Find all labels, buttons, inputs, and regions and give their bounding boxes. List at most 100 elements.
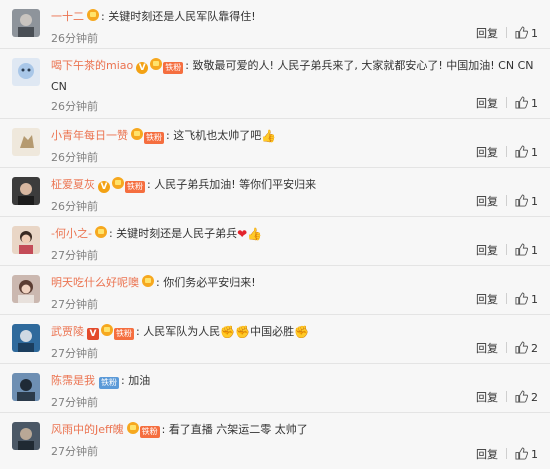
like-button[interactable]: 1 bbox=[515, 145, 538, 161]
thumbs-up-icon bbox=[515, 96, 528, 109]
comment-text: 关键时刻还是人民子弟兵 bbox=[116, 227, 238, 240]
avatar[interactable] bbox=[12, 58, 40, 86]
timestamp: 26分钟前 bbox=[51, 32, 98, 45]
reply-button[interactable]: 回复 bbox=[476, 243, 498, 259]
username[interactable]: 陈霈是我 bbox=[51, 374, 95, 387]
username[interactable]: 喝下午茶的miao bbox=[51, 59, 133, 72]
reply-button[interactable]: 回复 bbox=[476, 145, 498, 161]
thumbs-up-icon bbox=[515, 26, 528, 39]
avatar[interactable] bbox=[12, 275, 40, 303]
comment-item: 小青年每日一赞 铁粉: 这飞机也太帅了吧👍 26分钟前 回复 1 bbox=[0, 119, 550, 168]
crown-icon bbox=[150, 58, 163, 70]
like-count: 2 bbox=[531, 391, 538, 404]
comment-list: 一十二: 关键时刻还是人民军队靠得住! 26分钟前 回复 1 喝下午茶的miao V… bbox=[0, 0, 550, 469]
verified-v-icon: V bbox=[98, 181, 110, 193]
thumbs-up-icon bbox=[515, 292, 528, 305]
fan-badge: 铁粉 bbox=[163, 62, 184, 74]
crown-icon bbox=[87, 9, 99, 21]
timestamp: 26分钟前 bbox=[51, 151, 98, 164]
reply-button[interactable]: 回复 bbox=[476, 447, 498, 463]
username[interactable]: 一十二 bbox=[51, 10, 84, 23]
avatar[interactable] bbox=[12, 324, 40, 352]
comment-item: 风雨中的Jeff魄 铁粉: 看了直播 六架运二零 太帅了 27分钟前 回复 1 bbox=[0, 413, 550, 469]
comment-text-2: 中国必胜 bbox=[250, 325, 295, 338]
reply-button[interactable]: 回复 bbox=[476, 26, 498, 42]
badges: V 铁粉 bbox=[98, 177, 145, 196]
comment-text: 关键时刻还是人民军队靠得住! bbox=[108, 10, 256, 23]
crown-icon bbox=[142, 275, 154, 287]
username[interactable]: -何小之- bbox=[51, 227, 92, 240]
username[interactable]: 明天吃什么好呢噢 bbox=[51, 276, 139, 289]
comment-text: 人民军队为人民 bbox=[143, 325, 221, 338]
timestamp: 26分钟前 bbox=[51, 100, 98, 113]
comment-item: 喝下午茶的miao V 铁粉: 致敬最可爱的人! 人民子弟兵来了, 大家就都安心了!… bbox=[0, 49, 550, 119]
thumbs-up-icon bbox=[515, 341, 528, 354]
like-button[interactable]: 1 bbox=[515, 243, 538, 259]
reply-button[interactable]: 回复 bbox=[476, 341, 498, 357]
like-count: 1 bbox=[531, 97, 538, 110]
thumbs-up-icon bbox=[515, 194, 528, 207]
thumbs-up-emoji-icon: 👍 bbox=[261, 129, 277, 143]
username[interactable]: 柾爱夏灰 bbox=[51, 178, 95, 191]
fan-badge: 铁粉 bbox=[139, 426, 160, 438]
reply-button[interactable]: 回复 bbox=[476, 194, 498, 210]
like-button[interactable]: 2 bbox=[515, 341, 538, 357]
badges: V 铁粉 bbox=[87, 324, 134, 343]
reply-button[interactable]: 回复 bbox=[476, 292, 498, 308]
like-count: 1 bbox=[531, 293, 538, 306]
avatar[interactable] bbox=[12, 373, 40, 401]
badges bbox=[142, 275, 154, 294]
comment-item: -何小之-: 关键时刻还是人民子弟兵❤👍 27分钟前 回复 1 bbox=[0, 217, 550, 266]
divider bbox=[506, 244, 507, 255]
comment-text: 这飞机也太帅了吧 bbox=[173, 129, 262, 142]
avatar[interactable] bbox=[12, 128, 40, 156]
username[interactable]: 武贾陵 bbox=[51, 325, 84, 338]
fist-emoji-icon: ✊ bbox=[294, 325, 310, 339]
like-button[interactable]: 2 bbox=[515, 390, 538, 406]
fan-badge: 铁粉 bbox=[114, 328, 134, 340]
badges: 铁粉 bbox=[131, 128, 164, 147]
like-button[interactable]: 1 bbox=[515, 194, 538, 210]
comment-item: 柾爱夏灰 V 铁粉: 人民子弟兵加油! 等你们平安归来 26分钟前 回复 1 bbox=[0, 168, 550, 217]
salute-fist-emoji-icon: ✊✊ bbox=[220, 325, 251, 339]
fan-badge: 铁粉 bbox=[144, 132, 164, 144]
comment-text: 看了直播 六架运二零 太帅了 bbox=[168, 423, 308, 436]
like-button[interactable]: 1 bbox=[515, 26, 538, 42]
thumbs-up-icon bbox=[515, 390, 528, 403]
comment-item: 武贾陵 V 铁粉: 人民军队为人民✊✊中国必胜✊ 27分钟前 回复 2 bbox=[0, 315, 550, 364]
divider bbox=[506, 342, 507, 353]
like-button[interactable]: 1 bbox=[515, 96, 538, 112]
divider bbox=[506, 146, 507, 157]
crown-icon bbox=[126, 422, 139, 434]
like-count: 1 bbox=[531, 448, 538, 461]
like-count: 2 bbox=[531, 342, 538, 355]
timestamp: 27分钟前 bbox=[51, 298, 98, 311]
timestamp: 27分钟前 bbox=[51, 249, 98, 262]
like-button[interactable]: 1 bbox=[515, 447, 538, 463]
comment-text: 你们务必平安归来! bbox=[163, 276, 256, 289]
username[interactable]: 小青年每日一赞 bbox=[51, 129, 128, 142]
divider bbox=[506, 195, 507, 206]
divider bbox=[506, 27, 507, 38]
comment-text: 加油 bbox=[128, 374, 151, 387]
comment-text: 人民子弟兵加油! 等你们平安归来 bbox=[154, 178, 317, 191]
reply-button[interactable]: 回复 bbox=[476, 390, 498, 406]
like-count: 1 bbox=[531, 195, 538, 208]
divider bbox=[506, 293, 507, 304]
avatar[interactable] bbox=[12, 226, 40, 254]
avatar[interactable] bbox=[12, 422, 40, 450]
reply-button[interactable]: 回复 bbox=[476, 96, 498, 112]
like-button[interactable]: 1 bbox=[515, 292, 538, 308]
crown-icon bbox=[112, 177, 124, 189]
divider bbox=[506, 97, 507, 108]
thumbs-up-icon bbox=[515, 145, 528, 158]
timestamp: 27分钟前 bbox=[51, 445, 98, 458]
heart-emoji-icon: ❤ bbox=[237, 227, 248, 241]
timestamp: 27分钟前 bbox=[51, 347, 98, 360]
thumbs-up-emoji-icon: 👍 bbox=[247, 227, 263, 241]
username[interactable]: 风雨中的Jeff魄 bbox=[51, 423, 124, 436]
verified-v-icon: V bbox=[87, 328, 99, 340]
avatar[interactable] bbox=[12, 177, 40, 205]
avatar[interactable] bbox=[12, 9, 40, 37]
crown-icon bbox=[131, 128, 143, 140]
